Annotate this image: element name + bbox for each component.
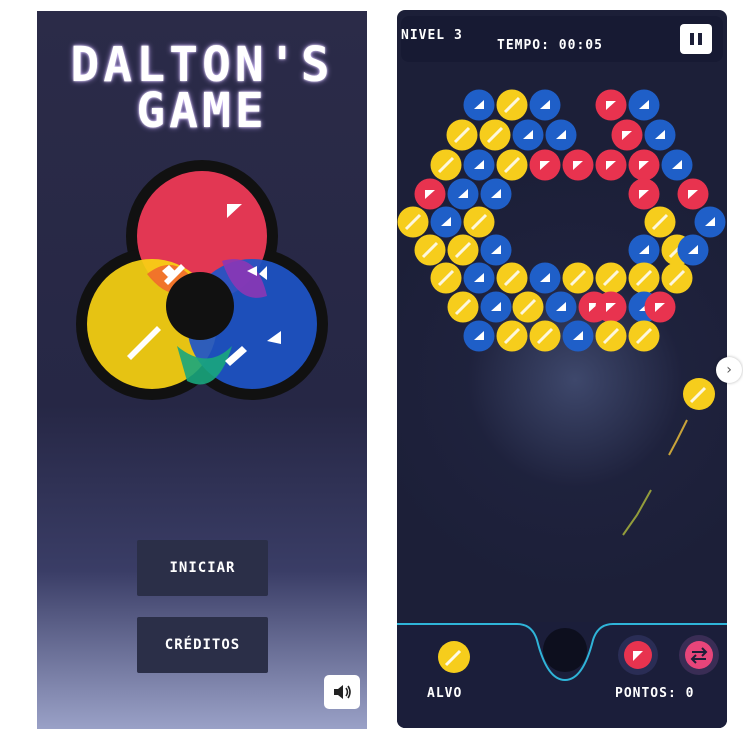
game-title-line2: GAME xyxy=(136,83,268,139)
speaker-icon xyxy=(334,685,351,699)
score-label: PONTOS: 0 xyxy=(615,686,695,701)
menu-screen: DALTON'S GAME INICIAR CRÉDITOS xyxy=(37,11,367,729)
bottom-panel xyxy=(397,622,727,728)
launcher-slot xyxy=(543,628,587,672)
shooter-trail xyxy=(622,378,715,536)
game-screen: NIVEL 3 TEMPO: 00:05 ALVO PONTOS: 0 xyxy=(397,10,727,728)
target-label: ALVO xyxy=(427,686,463,701)
start-button[interactable]: INICIAR xyxy=(137,540,268,596)
next-arrow-button[interactable]: › xyxy=(716,357,742,383)
swap-button xyxy=(685,641,713,669)
credits-button[interactable]: CRÉDITOS xyxy=(137,617,268,673)
sound-button[interactable] xyxy=(324,675,360,709)
venn-logo xyxy=(76,160,328,400)
